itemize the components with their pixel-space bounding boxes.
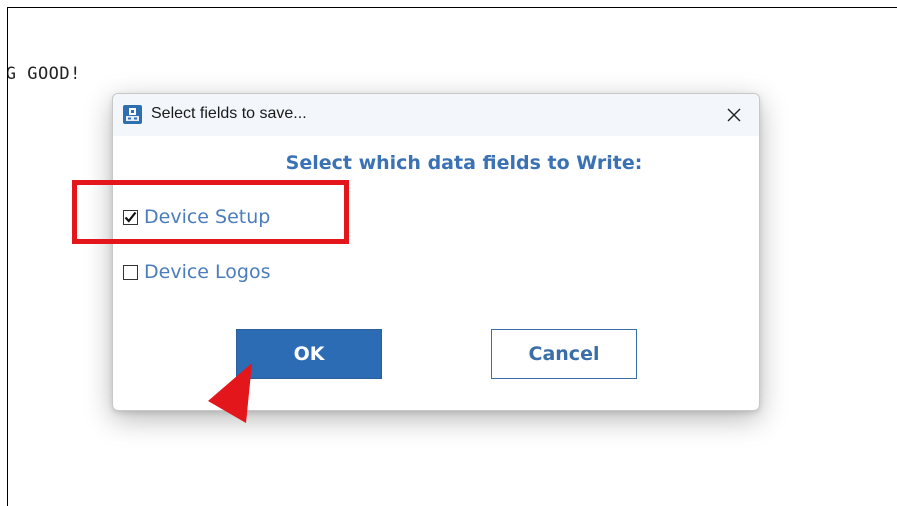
dialog-heading: Select which data fields to Write: — [285, 152, 643, 174]
close-icon — [727, 108, 741, 122]
checkmark-icon — [124, 211, 137, 223]
device-setup-checkbox[interactable] — [123, 209, 138, 225]
device-setup-label: Device Setup — [144, 206, 271, 228]
select-fields-dialog: Select fields to save... Select which da… — [112, 93, 760, 411]
dialog-titlebar: Select fields to save... — [113, 94, 759, 136]
device-logos-checkbox[interactable] — [123, 264, 138, 280]
dialog-title: Select fields to save... — [151, 105, 307, 122]
device-logos-label: Device Logos — [144, 261, 271, 283]
cancel-button[interactable]: Cancel — [491, 329, 637, 379]
console-text: NG GOOD! — [8, 64, 81, 84]
ok-button[interactable]: OK — [236, 329, 382, 379]
close-button[interactable] — [719, 100, 749, 130]
app-icon — [123, 105, 142, 124]
option-device-logos[interactable]: Device Logos — [123, 261, 270, 283]
option-device-setup[interactable]: Device Setup — [123, 206, 270, 228]
